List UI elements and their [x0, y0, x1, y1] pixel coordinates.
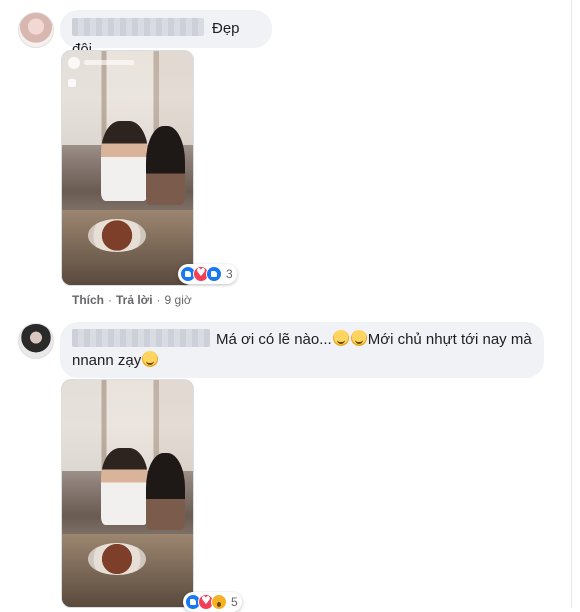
- photo-plate: [88, 543, 146, 576]
- reaction-count: 5: [231, 595, 238, 609]
- story-caption: [84, 60, 134, 65]
- comment-bubble-1: Đẹp đôi: [60, 10, 272, 58]
- comment-photo-2[interactable]: [61, 379, 194, 608]
- comment-actions: Thích · Trả lời · 9 giờ: [72, 293, 192, 307]
- crying-emoji-icon: [350, 330, 367, 346]
- commenter-avatar[interactable]: [18, 12, 54, 48]
- photo-plate: [88, 219, 146, 253]
- like-button[interactable]: Thích: [72, 293, 104, 307]
- crying-emoji-icon: [142, 351, 159, 367]
- commenter-avatar[interactable]: [18, 323, 54, 359]
- volume-icon[interactable]: [68, 79, 76, 87]
- comment-text-part2: Mới chủ nhựt tới nay mà: [367, 331, 532, 348]
- reaction-count: 3: [226, 267, 233, 281]
- comment-timestamp[interactable]: 9 giờ: [165, 293, 192, 307]
- separator: ·: [108, 293, 112, 307]
- photo-person-woman: [145, 452, 186, 530]
- comment-bubble-2: Má ơi có lẽ nào... Mới chủ nhựt tới nay m…: [60, 322, 544, 378]
- separator: ·: [156, 293, 161, 307]
- reaction-summary-2[interactable]: 5: [183, 592, 242, 612]
- reaction-summary-1[interactable]: 3: [178, 264, 237, 284]
- photo-person-woman: [145, 125, 186, 206]
- crying-emoji-icon: [332, 330, 349, 346]
- comment-photo-1[interactable]: [61, 50, 194, 286]
- photo-person-man: [101, 448, 149, 526]
- comment-text-part3: nnann zạy: [72, 352, 142, 369]
- blurred-commenter-name[interactable]: [72, 18, 204, 36]
- blurred-commenter-name[interactable]: [72, 329, 210, 347]
- like-reaction-icon: [206, 266, 222, 282]
- reply-button[interactable]: Trả lời: [116, 293, 153, 307]
- story-topbar: [68, 57, 187, 69]
- comment-text-part1: Má ơi có lẽ nào...: [216, 331, 332, 348]
- right-border: [571, 0, 572, 608]
- story-avatar-icon: [68, 57, 80, 69]
- photo-person-man: [101, 121, 149, 201]
